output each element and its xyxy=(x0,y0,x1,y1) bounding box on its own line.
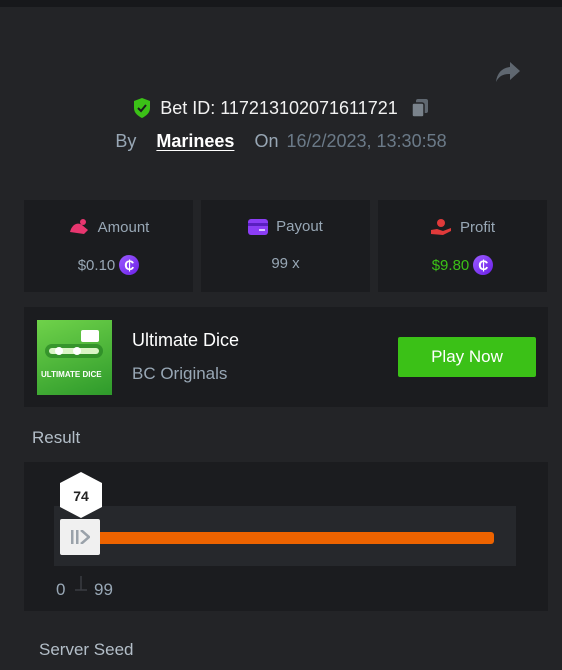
profit-card: Profit $9.80 ₵ xyxy=(378,200,547,292)
game-thumbnail[interactable]: ULTIMATE DICE xyxy=(37,320,112,395)
share-icon[interactable] xyxy=(494,59,522,85)
range-tick-icon xyxy=(75,576,87,591)
profit-hand-icon xyxy=(430,219,451,235)
bet-author-row: By Marinees On 16/2/2023, 13:30:58 xyxy=(0,131,562,152)
verified-shield-icon xyxy=(134,98,151,118)
amount-label: Amount xyxy=(97,218,150,236)
server-seed-heading: Server Seed xyxy=(39,640,134,659)
coin-icon: ₵ xyxy=(473,255,494,275)
payout-value: 99 x xyxy=(271,255,300,272)
result-heading: Result xyxy=(32,428,81,447)
profit-label: Profit xyxy=(459,218,495,236)
result-panel: 74 0 99 xyxy=(24,462,548,611)
payout-card: Payout 99 x xyxy=(201,200,370,292)
amount-value: $0.10 xyxy=(77,256,116,274)
payout-card-icon xyxy=(248,218,269,235)
coin-icon: ₵ xyxy=(119,255,140,275)
result-value: 74 xyxy=(73,488,89,504)
username-link[interactable]: Marinees xyxy=(156,131,234,152)
range-min: 0 xyxy=(56,580,66,599)
slider-handle[interactable] xyxy=(60,519,100,555)
range-max: 99 xyxy=(94,580,113,599)
on-label: On xyxy=(254,131,279,151)
by-label: By xyxy=(115,131,137,151)
copy-icon[interactable] xyxy=(410,97,430,119)
bet-id-row: Bet ID: 117213102071611721 xyxy=(0,97,562,123)
bet-id: Bet ID: 117213102071611721 xyxy=(160,97,398,118)
play-now-button[interactable]: Play Now xyxy=(398,337,536,377)
game-card: ULTIMATE DICE Ultimate Dice BC Originals… xyxy=(24,307,548,407)
amount-card: Amount $0.10 ₵ xyxy=(24,200,193,292)
payout-label: Payout xyxy=(276,218,323,235)
slider-grip-icon xyxy=(71,530,90,544)
result-range-bar xyxy=(90,532,494,544)
bet-date: 16/2/2023, 13:30:58 xyxy=(286,131,447,151)
game-title[interactable]: Ultimate Dice xyxy=(132,330,239,351)
amount-icon xyxy=(69,219,88,234)
thumb-title: ULTIMATE DICE xyxy=(41,370,102,379)
game-subtitle: BC Originals xyxy=(132,364,228,383)
top-bar xyxy=(0,0,562,7)
profit-value: $9.80 xyxy=(431,256,470,274)
ultimate-dice-art: ULTIMATE DICE xyxy=(41,330,103,379)
